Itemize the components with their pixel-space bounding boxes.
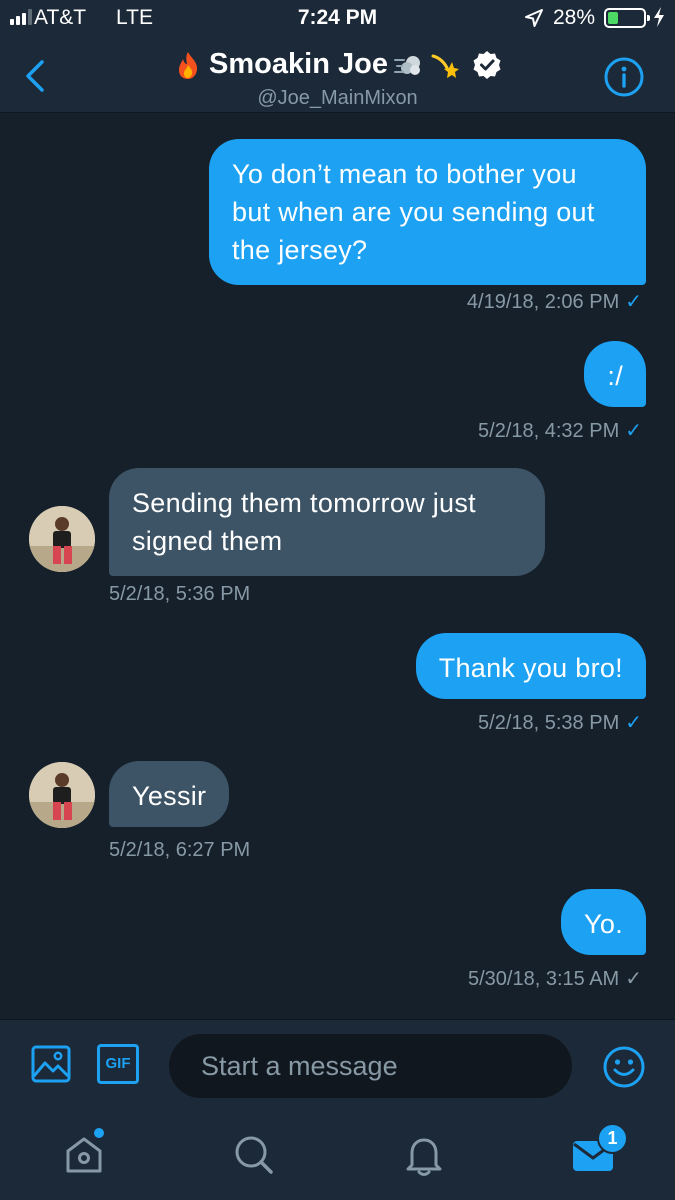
- status-bar: AT&T LTE 7:24 PM 28%: [0, 0, 675, 36]
- message-timestamp: 5/30/18, 3:15 AM ✓: [468, 968, 642, 990]
- battery-icon: [604, 8, 650, 28]
- message-timestamp: 5/2/18, 4:32 PM ✓: [478, 420, 642, 442]
- contact-handle: @Joe_MainMixon: [257, 86, 418, 109]
- message-text: Thank you bro!: [438, 653, 623, 683]
- message-input[interactable]: [169, 1034, 572, 1098]
- photo-button[interactable]: [31, 1044, 71, 1084]
- fire-icon: [179, 51, 198, 79]
- dizzy-icon: [431, 54, 459, 78]
- search-icon: [235, 1136, 273, 1174]
- gif-button[interactable]: GIF: [97, 1044, 139, 1084]
- conversation-header[interactable]: Smoakin Joe @Joe_MainMixon: [0, 48, 675, 110]
- outgoing-message[interactable]: Yo.: [561, 889, 646, 955]
- outgoing-message[interactable]: Thank you bro!: [415, 633, 646, 699]
- contact-name: Smoakin Joe: [209, 48, 388, 80]
- avatar-image: [29, 762, 95, 828]
- outgoing-message[interactable]: :/: [584, 341, 646, 407]
- dash-icon: [393, 55, 420, 75]
- message-text: Yo don’t mean to bother you but when are…: [232, 159, 595, 265]
- tab-search[interactable]: [232, 1133, 276, 1177]
- contact-avatar[interactable]: [29, 506, 95, 572]
- message-timestamp: 5/2/18, 5:36 PM: [109, 583, 251, 605]
- bell-icon: [406, 1138, 442, 1176]
- incoming-message[interactable]: Yessir: [109, 761, 230, 827]
- messages-badge: 1: [597, 1123, 628, 1154]
- home-notification-dot: [94, 1128, 104, 1138]
- tab-home[interactable]: [62, 1133, 106, 1177]
- emoji-button[interactable]: [602, 1045, 646, 1089]
- sent-check-icon: ✓: [625, 968, 642, 990]
- message-composer: GIF: [0, 1019, 675, 1111]
- read-check-icon: ✓: [625, 420, 642, 442]
- message-text: Sending them tomorrow just signed them: [132, 488, 476, 556]
- info-button[interactable]: [603, 56, 645, 98]
- tab-notifications[interactable]: [402, 1133, 446, 1177]
- read-check-icon: ✓: [625, 291, 642, 313]
- message-text: :/: [607, 361, 623, 391]
- message-timestamp: 4/19/18, 2:06 PM ✓: [466, 291, 642, 313]
- avatar-image: [29, 506, 95, 572]
- read-check-icon: ✓: [625, 712, 642, 734]
- charging-bolt-icon: [654, 7, 664, 27]
- verified-badge-icon: [473, 50, 501, 79]
- outgoing-message[interactable]: Yo don’t mean to bother you but when are…: [209, 139, 646, 285]
- gif-label: GIF: [105, 1055, 131, 1072]
- home-icon: [66, 1137, 102, 1173]
- contact-avatar[interactable]: [29, 762, 95, 828]
- message-timestamp: 5/2/18, 6:27 PM: [109, 839, 251, 861]
- top-bar: AT&T LTE 7:24 PM 28% Smoakin Joe @Joe_Ma…: [0, 0, 675, 113]
- message-text: Yessir: [132, 781, 207, 811]
- tab-bar: 1: [0, 1111, 675, 1200]
- message-text: Yo.: [584, 909, 623, 939]
- battery-percent: 28%: [553, 6, 596, 29]
- message-timestamp: 5/2/18, 5:38 PM ✓: [478, 712, 642, 734]
- location-arrow-icon: [525, 9, 543, 27]
- incoming-message[interactable]: Sending them tomorrow just signed them: [109, 468, 545, 576]
